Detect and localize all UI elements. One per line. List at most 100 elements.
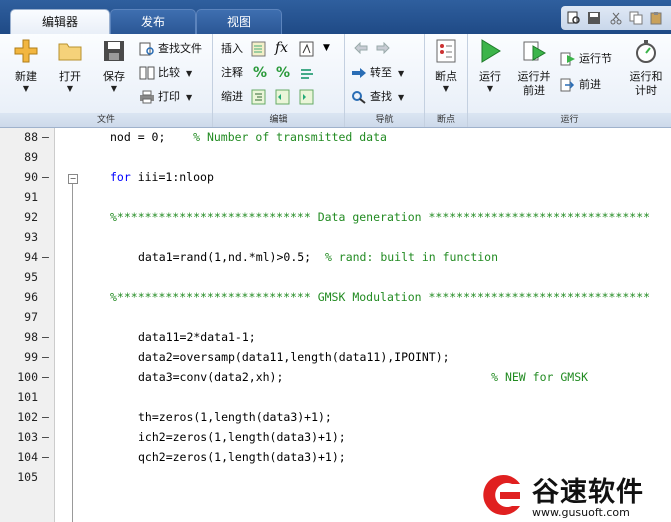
watermark-url: www.gusuoft.com [532, 506, 630, 519]
line-number: 91 [24, 190, 38, 204]
line-number: 100 [17, 370, 38, 384]
tab-publish[interactable]: 发布 [110, 9, 196, 35]
line-number: 90 [24, 170, 38, 184]
code-text: th=zeros(1,length(data3)+1); [138, 410, 332, 424]
goto-button[interactable]: 转至 ▼ [351, 64, 404, 82]
run-group: 运行 ▼ 运行并 前进 运行节 前进 运行和 计时 运行 [468, 34, 671, 127]
line-number: 92 [24, 210, 38, 224]
find-files-icon [139, 42, 154, 56]
code-line[interactable]: data3=conv(data2,xh); % NEW for GMSK [138, 370, 588, 384]
chevron-down-icon: ▼ [398, 93, 405, 102]
line-number: 94 [24, 250, 38, 264]
wrap-comment-icon[interactable] [299, 66, 315, 82]
gusu-logo-icon [483, 475, 520, 515]
code-comment: % NEW for GMSK [491, 370, 589, 384]
code-line[interactable]: %**************************** Data gener… [110, 210, 650, 224]
code-text: nod = 0; [110, 130, 194, 144]
chevron-down-icon: ▼ [22, 84, 30, 93]
line-number: 93 [24, 230, 38, 244]
stopwatch-icon [636, 40, 656, 63]
find-files-button[interactable]: 查找文件 [139, 40, 202, 58]
breakpoint-marker[interactable]: – [42, 410, 49, 424]
run-play-icon [481, 39, 501, 63]
run-and-advance-button[interactable]: 运行并 前进 [514, 38, 554, 98]
uncomment-icon[interactable]: % [276, 65, 290, 81]
fold-toggle-icon[interactable]: − [68, 174, 78, 184]
code-line[interactable]: data2=oversamp(data11,length(data11),IPO… [138, 350, 450, 364]
paste-icon[interactable] [649, 11, 663, 25]
new-button[interactable]: 新建 ▼ [8, 38, 44, 94]
print-button[interactable]: 打印 ▼ [139, 88, 192, 106]
run-and-time-button[interactable]: 运行和 计时 [624, 38, 668, 98]
code-editor[interactable]: 88–89 90–91 92 93 94–95 96 97 98–99–100–101 102–… [0, 128, 671, 522]
line-number: 97 [24, 310, 38, 324]
forward-arrow-icon[interactable] [375, 42, 391, 54]
breakpoint-marker[interactable]: – [42, 450, 49, 464]
code-line[interactable]: ich2=zeros(1,length(data3)+1); [138, 430, 346, 444]
breakpoint-marker[interactable]: – [42, 370, 49, 384]
tab-editor[interactable]: 编辑器 [10, 9, 110, 35]
cut-icon[interactable] [609, 11, 623, 25]
breakpoint-marker[interactable]: – [42, 170, 49, 184]
code-text: data1=rand(1,nd.*ml)>0.5; [138, 250, 325, 264]
quick-access-toolbar [561, 6, 671, 30]
code-line[interactable]: %**************************** GMSK Modul… [110, 290, 650, 304]
indent-button[interactable]: 缩进 [221, 88, 243, 106]
line-number: 99 [24, 350, 38, 364]
decrease-indent-icon[interactable] [299, 89, 315, 105]
code-text: ich2=zeros(1,length(data3)+1); [138, 430, 346, 444]
copy-icon[interactable] [629, 11, 643, 25]
search-doc-icon[interactable] [567, 11, 581, 25]
editor-text-area[interactable]: nod = 0; % Number of transmitted data for… [54, 128, 671, 522]
back-arrow-icon[interactable] [353, 42, 369, 54]
chevron-down-icon[interactable]: ▼ [323, 43, 330, 53]
line-number-gutter: 88–89 90–91 92 93 94–95 96 97 98–99–100–101 102–… [0, 128, 55, 522]
navigate-group: 转至 ▼ 查找 ▼ 导航 [345, 34, 425, 127]
code-line[interactable]: qch2=zeros(1,length(data3)+1); [138, 450, 346, 464]
smart-indent-icon[interactable] [251, 89, 267, 105]
breakpoints-button[interactable]: 断点 ▼ [428, 38, 464, 94]
code-line[interactable]: nod = 0; % Number of transmitted data [110, 130, 387, 144]
code-line[interactable]: data1=rand(1,nd.*ml)>0.5; % rand: built … [138, 250, 498, 264]
compare-button[interactable]: 比较 ▼ [139, 64, 192, 82]
breakpoint-marker[interactable]: – [42, 250, 49, 264]
code-keyword: for [110, 170, 131, 184]
code-line[interactable]: for iii=1:nloop [110, 170, 214, 184]
format-icon[interactable] [299, 41, 315, 57]
breakpoint-marker[interactable]: – [42, 430, 49, 444]
comment-button[interactable]: 注释 [221, 64, 243, 82]
code-text: data3=conv(data2,xh); [138, 370, 492, 384]
watermark: 谷速软件 www.gusuoft.com [474, 468, 671, 522]
percent-comment-icon[interactable]: % [253, 65, 267, 81]
toolstrip-tab-bar: 编辑器 发布 视图 [0, 0, 671, 35]
goto-arrow-icon [352, 68, 366, 78]
breakpoints-icon [436, 39, 456, 63]
breakpoint-marker[interactable]: – [42, 130, 49, 144]
open-button[interactable]: 打开 ▼ [52, 38, 88, 94]
line-number: 95 [24, 270, 38, 284]
chevron-down-icon: ▼ [66, 84, 74, 93]
code-line[interactable]: th=zeros(1,length(data3)+1); [138, 410, 332, 424]
advance-button[interactable]: 前进 [560, 76, 601, 94]
run-button[interactable]: 运行 ▼ [472, 38, 508, 94]
breakpoint-marker[interactable]: – [42, 350, 49, 364]
find-button[interactable]: 查找 ▼ [351, 88, 404, 106]
chevron-down-icon: ▼ [186, 69, 193, 78]
run-section-button[interactable]: 运行节 [560, 50, 612, 68]
insert-function-button[interactable]: fx [275, 39, 288, 57]
line-number: 88 [24, 130, 38, 144]
code-text: data11=2*data1-1; [138, 330, 256, 344]
code-line[interactable]: data11=2*data1-1; [138, 330, 256, 344]
save-icon[interactable] [587, 11, 601, 25]
save-button[interactable]: 保存 ▼ [96, 38, 132, 94]
insert-button[interactable]: 插入 [221, 40, 243, 58]
insert-section-icon[interactable] [251, 41, 267, 57]
code-text: data2=oversamp(data11,length(data11),IPO… [138, 350, 450, 364]
compare-icon [139, 66, 155, 80]
increase-indent-icon[interactable] [275, 89, 291, 105]
line-number: 102 [17, 410, 38, 424]
tab-view[interactable]: 视图 [196, 9, 282, 35]
code-comment: %**************************** Data gener… [110, 210, 651, 224]
code-comment: %**************************** GMSK Modul… [110, 290, 651, 304]
breakpoint-marker[interactable]: – [42, 330, 49, 344]
